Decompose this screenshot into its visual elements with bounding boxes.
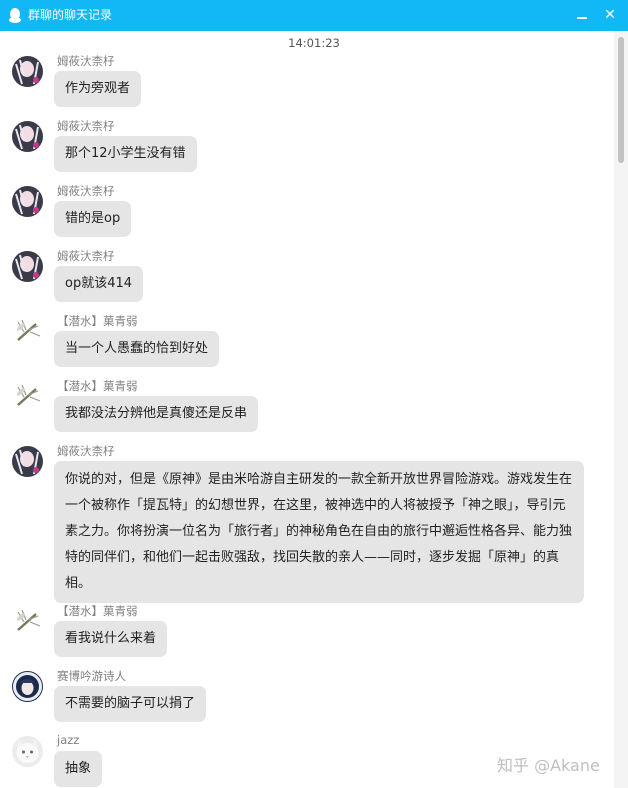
scrollbar-thumb[interactable] xyxy=(618,37,624,163)
sender-name: jazz xyxy=(57,733,80,747)
window-title: 群聊的聊天记录 xyxy=(28,8,113,22)
message-bubble: 那个12小学生没有错 xyxy=(54,136,197,172)
sender-name: 姆莜汏柰杍 xyxy=(57,184,115,198)
message-bubble: op就该414 xyxy=(54,266,144,302)
anime-avatar-icon xyxy=(12,251,43,282)
qq-penguin-icon xyxy=(9,8,21,23)
watermark: 知乎 @Akane xyxy=(497,756,600,775)
message-bubble: 不需要的脑子可以捐了 xyxy=(54,686,207,722)
chat-history[interactable]: 14:01:23 姆莜汏柰杍 作为旁观者 姆莜汏柰杍 那个12小学生没有错 姆莜… xyxy=(0,31,614,788)
sender-name: 姆莜汏柰杍 xyxy=(57,119,115,133)
sender-name: 【潜水】菓青弱 xyxy=(57,379,138,393)
anime-avatar-icon xyxy=(12,121,43,152)
message-timestamp: 14:01:23 xyxy=(288,36,340,50)
message-bubble: 你说的对，但是《原神》是由米哈游自主研发的一款全新开放世界冒险游戏。游戏发生在一… xyxy=(54,461,584,603)
sender-name: 姆莜汏柰杍 xyxy=(57,54,115,68)
title-bar: 群聊的聊天记录 ✕ xyxy=(0,0,628,31)
message-bubble: 错的是op xyxy=(54,201,132,237)
anime-avatar-icon xyxy=(12,446,43,477)
message-bubble: 抽象 xyxy=(54,751,103,787)
sender-name: 赛博吟游诗人 xyxy=(57,669,126,683)
message-bubble: 当一个人愚蠢的恰到好处 xyxy=(54,331,220,367)
insect-avatar-icon xyxy=(12,606,43,637)
sender-name: 姆莜汏柰杍 xyxy=(57,444,115,458)
message-bubble: 我都没法分辨他是真傻还是反串 xyxy=(54,396,259,432)
sender-name: 姆莜汏柰杍 xyxy=(57,249,115,263)
insect-avatar-icon xyxy=(12,381,43,412)
sender-name: 【潜水】菓青弱 xyxy=(57,314,138,328)
message-bubble: 看我说什么来着 xyxy=(54,621,168,657)
message-bubble: 作为旁观者 xyxy=(54,71,142,107)
minimize-button[interactable] xyxy=(572,5,592,25)
close-button[interactable]: ✕ xyxy=(600,5,620,25)
cat-avatar-icon xyxy=(12,736,43,767)
sender-name: 【潜水】菓青弱 xyxy=(57,604,138,618)
insect-avatar-icon xyxy=(12,316,43,347)
scrollbar[interactable] xyxy=(614,31,628,788)
anime-avatar-icon xyxy=(12,186,43,217)
anime-avatar-icon xyxy=(12,56,43,87)
bard-avatar-icon xyxy=(12,671,43,702)
